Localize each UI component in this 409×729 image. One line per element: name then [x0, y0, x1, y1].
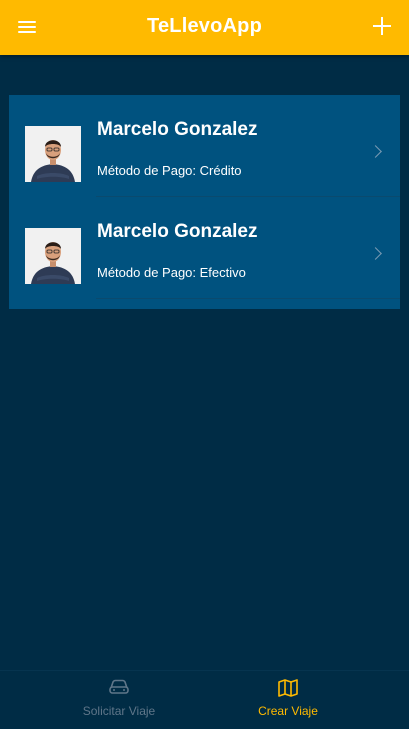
- bottom-tab-bar: Solicitar Viaje Crear Viaje: [0, 670, 409, 729]
- chevron-right-icon: [369, 247, 382, 260]
- tab-label: Crear Viaje: [258, 704, 318, 718]
- car-icon: [108, 678, 130, 701]
- payment-method: Método de Pago: Efectivo: [97, 265, 246, 280]
- payment-method: Método de Pago: Crédito: [97, 163, 242, 178]
- divider: [96, 298, 400, 299]
- map-icon: [277, 678, 299, 703]
- header-toolbar: TeLlevoApp: [0, 0, 409, 55]
- page-title: TeLlevoApp: [147, 15, 262, 37]
- avatar: [25, 228, 81, 284]
- list-item[interactable]: Marcelo Gonzalez Método de Pago: Efectiv…: [9, 197, 400, 299]
- chevron-right-icon: [369, 145, 382, 158]
- app-screen: TeLlevoApp Marcelo Gonzalez Método de Pa…: [0, 0, 409, 729]
- tab-crear-viaje[interactable]: Crear Viaje: [186, 671, 390, 729]
- trip-list: Marcelo Gonzalez Método de Pago: Crédito: [9, 95, 400, 309]
- driver-name: Marcelo Gonzalez: [97, 221, 258, 242]
- plus-icon[interactable]: [373, 17, 391, 35]
- list-item[interactable]: Marcelo Gonzalez Método de Pago: Crédito: [9, 95, 400, 197]
- driver-name: Marcelo Gonzalez: [97, 119, 258, 140]
- avatar: [25, 126, 81, 182]
